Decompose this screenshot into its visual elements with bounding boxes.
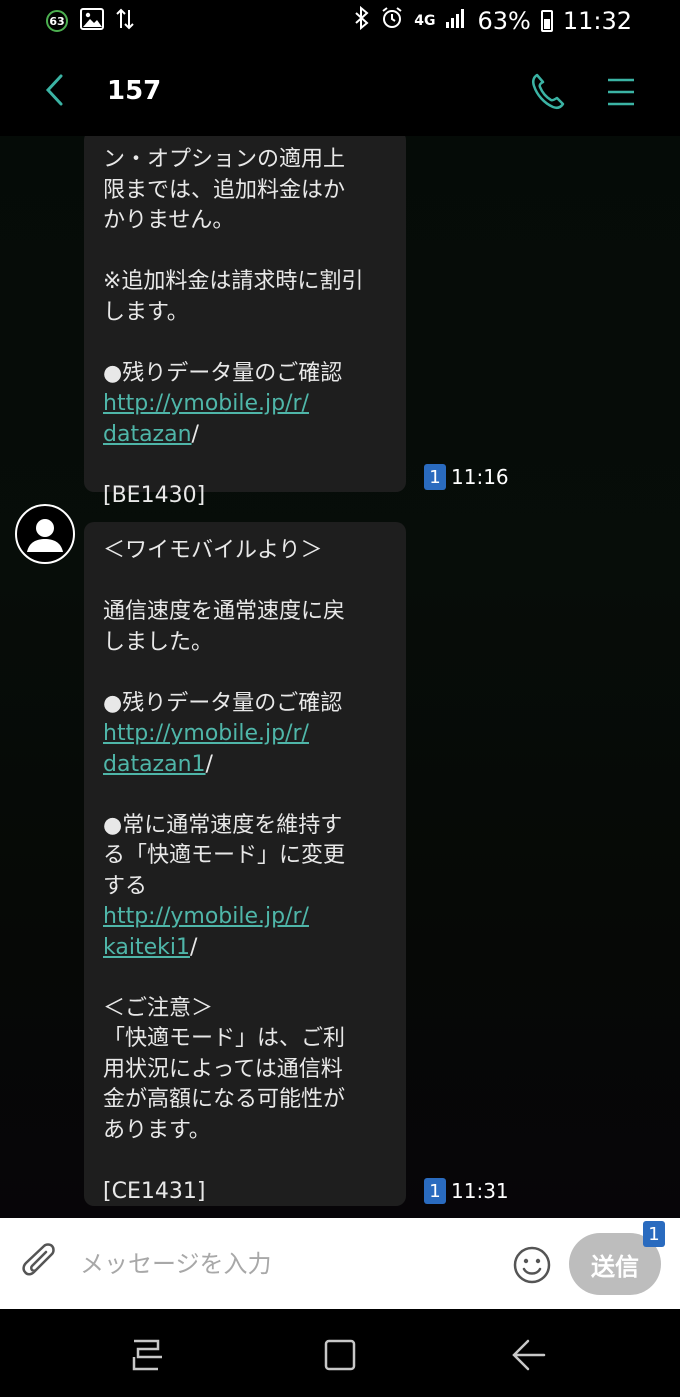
home-icon [324,1339,356,1371]
message-code: [BE1430] [103,482,206,508]
send-count-badge: 1 [643,1221,665,1247]
text-line: する [103,873,148,899]
text-line: 通信速度を通常速度に戻 [103,599,346,624]
text-line: ＜ご注意＞ [103,995,214,1021]
datazan-link[interactable]: http://ymobile.jp/r/ [103,391,309,416]
text-line: る「快適モード」に変更 [103,843,346,868]
kaiteki1-link[interactable]: http://ymobile.jp/r/ [103,904,309,929]
text-line: ●常に通常速度を維持す [103,812,343,838]
bluetooth-icon [354,5,370,36]
conversation-header: 157 [0,46,680,136]
battery-icon [540,10,553,32]
status-left: 63 [46,8,134,34]
signal-icon [445,7,467,35]
text-line: しました。 [103,629,214,655]
unread-count-badge: 1 [424,464,446,490]
link-suffix: / [189,934,198,960]
data-sync-icon [116,8,134,34]
link-suffix: / [205,751,213,777]
message-bubble[interactable]: ン・オプションの適用上 限までは、追加料金はか かりません。 ※追加料金は請求時… [84,136,406,508]
message-body: ＜ワイモバイルより＞ 通信速度を通常速度に戻 しました。 ●残りデータ量のご確認… [103,522,387,1207]
text-line: 「快適モード」は、ご利 [103,1026,346,1051]
image-icon [80,8,104,34]
message-meta: 1 11:16 [424,464,509,490]
menu-button[interactable] [600,72,640,112]
contact-avatar[interactable] [15,504,75,564]
nav-back-button[interactable] [508,1335,548,1375]
text-line: あります。 [103,1117,211,1143]
attach-button[interactable] [20,1242,64,1286]
text-line: ※追加料金は請求時に割引 [103,269,364,294]
datazan1-link[interactable]: http://ymobile.jp/r/ [103,721,309,746]
kaiteki1-link-cont[interactable]: kaiteki1 [103,935,190,960]
message-list[interactable]: ン・オプションの適用上 限までは、追加料金はか かりません。 ※追加料金は請求時… [0,136,680,1218]
text-line: します。 [103,299,189,325]
battery-percent: 63% [477,7,531,35]
text-line: 用状況によっては通信料 [103,1056,343,1082]
message-time: 11:16 [451,465,509,489]
message-time: 11:31 [451,1179,509,1203]
message-code: [CE1431] [103,1178,206,1204]
smiley-icon [513,1246,551,1284]
call-button[interactable] [528,70,568,114]
text-line: ●残りデータ量のご確認 [103,360,343,386]
paperclip-icon [22,1243,55,1276]
notification-count-badge: 63 [46,10,68,32]
system-nav-bar [0,1309,680,1397]
unread-count-badge: 1 [424,1178,446,1204]
back-button[interactable] [36,70,72,110]
recent-apps-button[interactable] [128,1335,168,1375]
text-line: 限までは、追加料金はか [103,177,346,203]
recent-apps-icon [132,1339,162,1371]
emoji-button[interactable] [512,1245,552,1285]
home-button[interactable] [320,1335,360,1375]
person-icon [27,519,63,552]
menu-icon [608,78,634,106]
status-right: 4G 63% 11:32 [354,5,632,36]
datazan1-link-cont[interactable]: datazan1 [103,752,206,777]
status-time: 11:32 [562,7,632,35]
phone-icon [531,73,565,110]
back-arrow-icon [512,1339,546,1371]
message-input[interactable] [78,1244,482,1284]
text-line: かりません。 [103,208,235,233]
message-meta: 1 11:31 [424,1178,509,1204]
text-line: ＜ワイモバイルより＞ [103,538,323,563]
conversation-title: 157 [107,76,162,106]
message-bubble[interactable]: ＜ワイモバイルより＞ 通信速度を通常速度に戻 しました。 ●残りデータ量のご確認… [84,522,406,1206]
message-body: ン・オプションの適用上 限までは、追加料金はか かりません。 ※追加料金は請求時… [103,136,387,511]
datazan-link-cont[interactable]: datazan [103,422,192,447]
link-suffix: / [191,421,199,447]
chevron-left-icon [45,74,63,106]
text-line: ン・オプションの適用上 [103,147,346,172]
network-type: 4G [414,13,436,29]
text-line: ●残りデータ量のご確認 [103,690,343,716]
alarm-icon [380,6,404,36]
status-bar: 63 4G 63% 11:32 [0,0,680,46]
text-line: 金が高額になる可能性が [103,1087,346,1112]
composer-bar: 送信 1 [0,1218,680,1309]
